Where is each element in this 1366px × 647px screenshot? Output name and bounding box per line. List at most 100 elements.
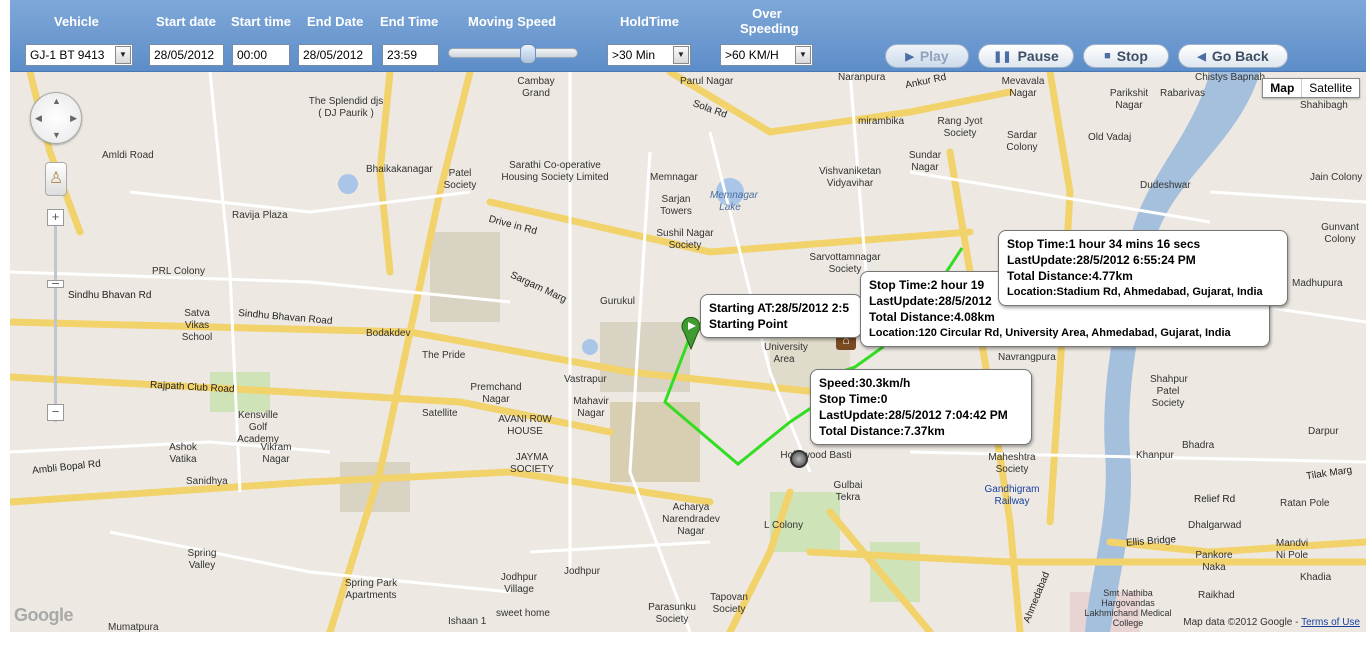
map-label: Gandhigram Railway	[984, 484, 1040, 507]
start-time-input[interactable]: 00:00	[232, 44, 290, 66]
start-date-input[interactable]: 28/05/2012	[149, 44, 224, 66]
stop-time-text: Stop Time:1 hour 34 mins 16 secs	[1007, 237, 1201, 251]
map-label: Mevavala Nagar	[1001, 76, 1045, 99]
map-label: Spring Park Apartments	[344, 578, 398, 601]
total-distance-text: Total Distance:4.08km	[869, 310, 995, 324]
terms-of-use-link[interactable]: Terms of Use	[1301, 617, 1360, 628]
map-type-map-button[interactable]: Map	[1263, 79, 1303, 97]
over-speeding-value: >60 KM/H	[725, 48, 779, 62]
map-label: Shahpur	[1150, 374, 1188, 385]
map-label: Ratan Pole	[1280, 498, 1330, 509]
hold-time-value: >30 Min	[612, 48, 656, 62]
map-label: Gulbai Tekra	[833, 480, 863, 503]
pan-control[interactable]: ▲ ▼ ◀ ▶	[30, 92, 82, 144]
end-time-input[interactable]: 23:59	[382, 44, 439, 66]
map-label: AVANI R0W HOUSE	[498, 414, 552, 437]
map-label: Parul Nagar	[680, 76, 734, 87]
map-label: Sushil Nagar Society	[656, 228, 714, 251]
zoom-slider-thumb[interactable]: –	[47, 276, 64, 289]
stop-label: Stop	[1116, 48, 1148, 64]
play-button[interactable]: ▶ Play	[885, 44, 969, 68]
map-canvas[interactable]: The Splendid djs ( DJ Paurik ) Cambay Gr…	[10, 72, 1366, 632]
over-speeding-header: Over Speeding	[740, 6, 799, 36]
map-label: mirambika	[858, 116, 905, 127]
go-back-button[interactable]: ◀ Go Back	[1178, 44, 1288, 68]
map-label: Premchand Nagar	[470, 382, 522, 405]
moving-speed-slider-thumb[interactable]	[519, 44, 536, 64]
start-flag-icon[interactable]	[680, 316, 702, 350]
map-label: Dudeshwar	[1140, 180, 1191, 191]
map-label: Darpur	[1308, 426, 1339, 437]
map-label: Ravija Plaza	[232, 210, 288, 221]
moving-speed-slider-track[interactable]	[448, 48, 578, 58]
vehicle-select[interactable]: GJ-1 BT 9413 ▼	[25, 44, 133, 66]
total-distance-text: Total Distance:4.77km	[1007, 269, 1133, 283]
end-date-header: End Date	[307, 14, 364, 29]
map-label: Spring Valley	[187, 548, 217, 571]
stop-button[interactable]: ■ Stop	[1083, 44, 1169, 68]
pan-down-icon[interactable]: ▼	[52, 130, 61, 140]
speed-text: Speed:30.3km/h	[819, 376, 911, 390]
hold-time-select[interactable]: >30 Min ▼	[607, 44, 691, 66]
map-label: Chistys Bapnah	[1195, 72, 1266, 83]
vehicle-header: Vehicle	[54, 14, 99, 29]
go-back-label: Go Back	[1211, 48, 1269, 64]
map-label: Old Vadaj	[1088, 132, 1132, 143]
chevron-down-icon[interactable]: ▼	[115, 46, 131, 64]
pan-left-icon[interactable]: ◀	[35, 113, 42, 124]
map-label: Parikshit Nagar	[1109, 88, 1149, 111]
moving-speed-header: Moving Speed	[468, 14, 557, 29]
map-label: Bhadra	[1182, 440, 1215, 451]
start-time-header: Start time	[231, 14, 291, 29]
location-text: Location:120 Circular Rd, University Are…	[869, 327, 1231, 339]
start-time-text: Starting AT:28/5/2012 2:5	[709, 301, 850, 315]
total-distance-text: Total Distance:7.37km	[819, 424, 945, 438]
road-label: Sindhu Bhavan Rd	[68, 290, 152, 301]
pause-button[interactable]: ❚❚ Pause	[978, 44, 1074, 68]
map-label: Vastrapur	[564, 374, 607, 385]
map-label: Tapovan Society	[710, 592, 748, 615]
stop-time-text: Stop Time:0	[819, 392, 888, 406]
map-label: JAYMA SOCIETY	[510, 452, 554, 475]
map-label: Parasunku Society	[648, 602, 696, 625]
map-type-satellite-button[interactable]: Satellite	[1302, 79, 1359, 97]
end-time-header: End Time	[380, 14, 439, 29]
map-label: Rang Jyot Society	[937, 116, 983, 139]
vehicle-marker-icon[interactable]	[790, 450, 808, 468]
map-label: Bodakdev	[366, 328, 411, 339]
map-label: Vikram Nagar	[260, 442, 292, 465]
map-label: Jodhpur Village	[500, 572, 538, 595]
map-label: Satellite	[422, 408, 458, 419]
end-date-input[interactable]: 28/05/2012	[298, 44, 373, 66]
map-label: Ashok Vatika	[169, 442, 197, 465]
street-view-pegman-icon[interactable]: ♙	[45, 162, 67, 196]
map-label: Mumatpura	[108, 622, 159, 632]
map-label: Khanpur	[1136, 450, 1174, 461]
hold-time-header: HoldTime	[620, 14, 679, 29]
play-icon: ▶	[905, 50, 914, 63]
pan-right-icon[interactable]: ▶	[70, 113, 77, 124]
map-label: Sarathi Co-operative Housing Society Lim…	[501, 160, 609, 183]
chevron-down-icon[interactable]: ▼	[795, 46, 811, 64]
map-attribution: Map data ©2012 Google - Terms of Use	[1183, 617, 1360, 628]
map-label: Mandvi Ni Pole	[1275, 538, 1309, 561]
current-position-popup: Speed:30.3km/h Stop Time:0 LastUpdate:28…	[810, 369, 1032, 445]
map-label: Pankore Naka	[1195, 550, 1233, 573]
last-update-text: LastUpdate:28/5/2012 7:04:42 PM	[819, 408, 1008, 422]
zoom-slider-track[interactable]	[54, 217, 57, 422]
map-label: Maheshtra Society	[988, 452, 1036, 475]
zoom-in-button[interactable]: +	[47, 209, 64, 226]
chevron-down-icon[interactable]: ▼	[673, 46, 689, 64]
zoom-out-button[interactable]: −	[47, 404, 64, 421]
pan-up-icon[interactable]: ▲	[52, 96, 61, 106]
map-label: Shahibagh	[1300, 100, 1348, 111]
map-label: The Splendid djs ( DJ Paurik )	[308, 96, 384, 119]
pause-label: Pause	[1017, 48, 1059, 64]
map-type-control: Map Satellite	[1262, 78, 1360, 98]
google-logo: Google	[14, 605, 74, 625]
map-label: Gunvant Colony	[1321, 222, 1359, 245]
map-label: Memnagar Lake	[710, 190, 758, 213]
over-speeding-select[interactable]: >60 KM/H ▼	[720, 44, 813, 66]
stop-popup-stadium-rd: Stop Time:1 hour 34 mins 16 secs LastUpd…	[998, 230, 1288, 306]
map-label: Naranpura	[838, 72, 886, 83]
